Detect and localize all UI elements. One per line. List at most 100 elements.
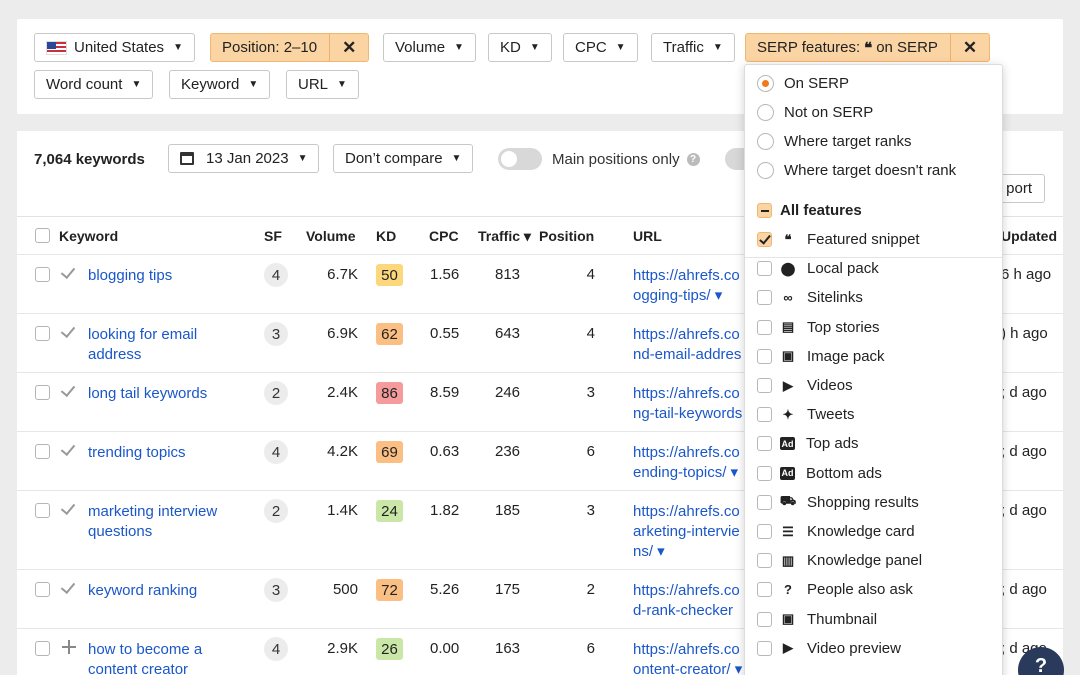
feature-checkbox[interactable] — [757, 348, 772, 364]
check-icon[interactable] — [61, 265, 77, 281]
row-checkbox[interactable] — [35, 385, 50, 400]
header-url[interactable]: URL — [633, 228, 662, 244]
url-link[interactable]: https://ahrefs.co ogging-tips/ ▾ — [633, 266, 745, 306]
feature-checkbox[interactable] — [757, 261, 772, 277]
feature-checkbox[interactable] — [757, 319, 772, 335]
serp-radio-option[interactable]: Not on SERP — [757, 104, 873, 121]
main-positions-toggle[interactable] — [498, 148, 542, 170]
keyword-filter-button[interactable]: Keyword ▼ — [169, 70, 271, 99]
row-checkbox[interactable] — [35, 582, 50, 597]
keyword-link[interactable]: long tail keywords — [88, 384, 207, 404]
feature-option[interactable]: ▶ Video preview — [757, 640, 901, 657]
feature-checkbox[interactable] — [757, 582, 772, 598]
keyword-link[interactable]: trending topics — [88, 443, 186, 463]
feature-option[interactable]: ❝ Featured snippet — [757, 231, 920, 248]
serp-radio-option[interactable]: Where target doesn't rank — [757, 162, 956, 179]
header-keyword[interactable]: Keyword — [59, 228, 118, 244]
feature-checkbox[interactable] — [757, 232, 772, 247]
all-features-option[interactable]: All features — [757, 202, 862, 219]
feature-checkbox[interactable] — [757, 494, 772, 510]
volume-filter-button[interactable]: Volume ▼ — [383, 33, 476, 62]
feature-option[interactable]: ⬤ Local pack — [757, 260, 879, 277]
row-checkbox[interactable] — [35, 326, 50, 341]
sf-badge[interactable]: 2 — [264, 381, 288, 405]
feature-option[interactable]: ▤ Top stories — [757, 319, 880, 336]
keyword-link[interactable]: blogging tips — [88, 266, 172, 286]
kd-filter-button[interactable]: KD ▼ — [488, 33, 552, 62]
feature-option[interactable]: ∞ Sitelinks — [757, 289, 863, 306]
url-link[interactable]: https://ahrefs.co ending-topics/ ▾ — [633, 443, 745, 483]
radio-button[interactable] — [757, 104, 774, 121]
keyword-link[interactable]: marketing interview questions — [88, 502, 217, 542]
feature-checkbox[interactable] — [757, 465, 772, 481]
sf-badge[interactable]: 2 — [264, 499, 288, 523]
row-checkbox[interactable] — [35, 267, 50, 282]
row-checkbox[interactable] — [35, 503, 50, 518]
radio-button[interactable] — [757, 75, 774, 92]
header-position[interactable]: Position — [539, 228, 594, 244]
serp-radio-option[interactable]: On SERP — [757, 75, 849, 92]
header-cpc[interactable]: CPC — [429, 228, 459, 244]
word-count-filter-button[interactable]: Word count ▼ — [34, 70, 154, 99]
sf-badge[interactable]: 4 — [264, 263, 288, 287]
feature-option[interactable]: ? People also ask — [757, 581, 913, 598]
feature-option[interactable]: ✦ Tweets — [757, 406, 855, 423]
keyword-link[interactable]: how to become a content creator — [88, 640, 202, 675]
radio-button[interactable] — [757, 133, 774, 150]
help-icon[interactable]: ? — [686, 153, 700, 166]
row-checkbox[interactable] — [35, 641, 50, 656]
traffic-filter-button[interactable]: Traffic ▼ — [651, 33, 735, 62]
check-icon[interactable] — [61, 501, 77, 517]
keyword-link[interactable]: keyword ranking — [88, 581, 197, 601]
feature-option[interactable]: ▥ Knowledge panel — [757, 552, 922, 569]
feature-checkbox[interactable] — [757, 407, 772, 423]
keyword-link[interactable]: looking for email address — [88, 325, 197, 365]
feature-option[interactable]: Ad Bottom ads — [757, 465, 882, 482]
url-filter-button[interactable]: URL ▼ — [286, 70, 359, 99]
check-icon[interactable] — [61, 324, 77, 340]
cpc-filter-button[interactable]: CPC ▼ — [563, 33, 638, 62]
feature-option[interactable]: Ad Top ads — [757, 435, 859, 452]
feature-checkbox[interactable] — [757, 611, 772, 627]
header-volume[interactable]: Volume — [306, 228, 356, 244]
serp-radio-option[interactable]: Where target ranks — [757, 133, 912, 150]
feature-checkbox[interactable] — [757, 290, 772, 306]
url-link[interactable]: https://ahrefs.co ontent-creator/ ▾ — [633, 640, 745, 675]
serp-features-filter-button[interactable]: SERP features: ❝ on SERP ✕ — [745, 33, 991, 62]
header-kd[interactable]: KD — [376, 228, 396, 244]
all-features-checkbox[interactable] — [757, 203, 772, 218]
feature-option[interactable]: ▣ Thumbnail — [757, 611, 877, 628]
sf-badge[interactable]: 4 — [264, 637, 288, 661]
feature-checkbox[interactable] — [757, 436, 772, 452]
url-link[interactable]: https://ahrefs.co d-rank-checker — [633, 581, 745, 621]
position-filter-button[interactable]: Position: 2–10 ✕ — [210, 33, 370, 62]
feature-checkbox[interactable] — [757, 378, 772, 393]
feature-option[interactable]: ☰ Knowledge card — [757, 523, 915, 540]
feature-option[interactable]: ▶ Videos — [757, 377, 853, 394]
feature-checkbox[interactable] — [757, 524, 772, 539]
url-link[interactable]: https://ahrefs.co ng-tail-keywords — [633, 384, 745, 424]
feature-checkbox[interactable] — [757, 553, 772, 569]
add-icon[interactable] — [61, 639, 77, 655]
select-all-checkbox[interactable] — [35, 228, 50, 243]
check-icon[interactable] — [61, 442, 77, 458]
header-sf[interactable]: SF — [264, 228, 282, 244]
country-filter-button[interactable]: United States ▼ — [34, 33, 195, 62]
url-link[interactable]: https://ahrefs.co nd-email-addres — [633, 325, 745, 365]
header-updated[interactable]: Updated — [1001, 228, 1057, 244]
row-checkbox[interactable] — [35, 444, 50, 459]
close-icon[interactable]: ✕ — [949, 34, 989, 61]
feature-option[interactable]: ▣ Image pack — [757, 348, 885, 365]
check-icon[interactable] — [61, 580, 77, 596]
check-icon[interactable] — [61, 383, 77, 399]
url-link[interactable]: https://ahrefs.co arketing-intervie ns/ ▾ — [633, 502, 745, 562]
sf-badge[interactable]: 4 — [264, 440, 288, 464]
sf-badge[interactable]: 3 — [264, 578, 288, 602]
feature-checkbox[interactable] — [757, 640, 772, 656]
compare-dropdown[interactable]: Don’t compare ▼ — [333, 144, 474, 173]
close-icon[interactable]: ✕ — [329, 34, 368, 61]
feature-option[interactable]: ⛟ Shopping results — [757, 493, 919, 511]
header-traffic[interactable]: Traffic ▾ — [478, 228, 531, 245]
sf-badge[interactable]: 3 — [264, 322, 288, 346]
date-picker-button[interactable]: 13 Jan 2023 ▼ — [168, 144, 320, 173]
